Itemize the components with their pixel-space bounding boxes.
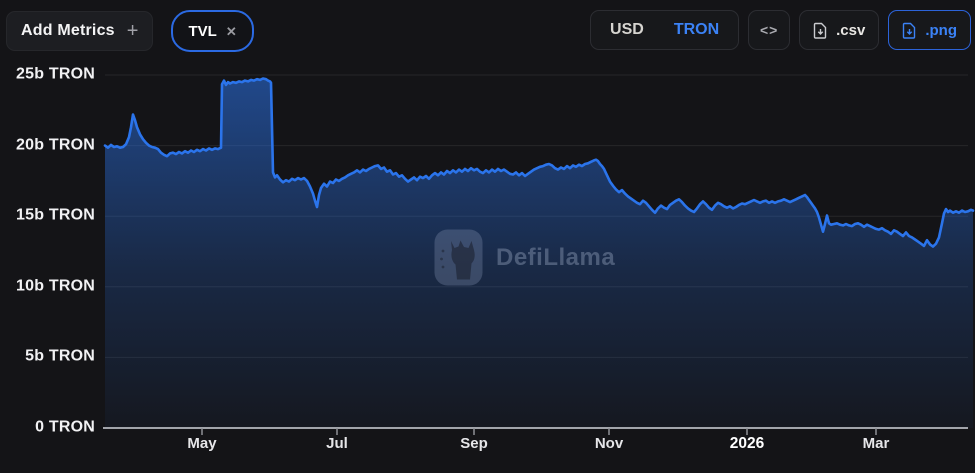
file-download-icon — [813, 22, 827, 39]
x-axis-label: May — [187, 435, 217, 452]
tvl-chart-plot[interactable] — [0, 0, 975, 473]
x-axis-label: Mar — [862, 435, 890, 452]
add-metrics-label: Add Metrics — [21, 22, 115, 39]
y-axis-label: 25b TRON — [16, 65, 95, 83]
file-download-icon — [903, 22, 916, 39]
x-axis-label: 2026 — [729, 435, 765, 452]
download-csv-button[interactable]: .csv — [799, 10, 880, 50]
currency-option-tron[interactable]: TRON — [661, 15, 732, 45]
x-axis-label: Nov — [594, 435, 624, 452]
plus-icon: + — [126, 20, 139, 42]
chart-toolbar-left: Add Metrics + TVL ✕ — [6, 10, 254, 52]
y-axis-label: 20b TRON — [16, 136, 95, 154]
add-metrics-button[interactable]: Add Metrics + — [6, 11, 154, 51]
tvl-area-fill — [105, 78, 973, 428]
metric-pill-tvl[interactable]: TVL ✕ — [171, 10, 254, 52]
y-axis-label: 15b TRON — [16, 206, 95, 224]
defillama-chart-page: 25b TRON 20b TRON 15b TRON 10b TRON 5b TRON 0… — [0, 0, 975, 473]
metric-pill-label: TVL — [188, 22, 217, 40]
download-png-button[interactable]: .png — [888, 10, 971, 50]
embed-code-button[interactable]: <> — [748, 10, 791, 50]
x-axis-label: Sep — [460, 435, 488, 452]
y-axis-label: 0 TRON — [35, 418, 95, 436]
currency-option-usd[interactable]: USD — [597, 15, 657, 45]
remove-metric-icon[interactable]: ✕ — [226, 25, 237, 38]
y-axis-label: 10b TRON — [16, 277, 95, 295]
png-label: .png — [925, 21, 957, 39]
currency-toggle: USD TRON — [590, 10, 740, 50]
csv-label: .csv — [836, 21, 866, 39]
x-axis-label: Jul — [326, 435, 348, 452]
chart-toolbar-right: USD TRON <> .csv .png — [590, 10, 971, 50]
y-axis-label: 5b TRON — [25, 348, 95, 366]
code-brackets-icon: <> — [759, 22, 779, 38]
